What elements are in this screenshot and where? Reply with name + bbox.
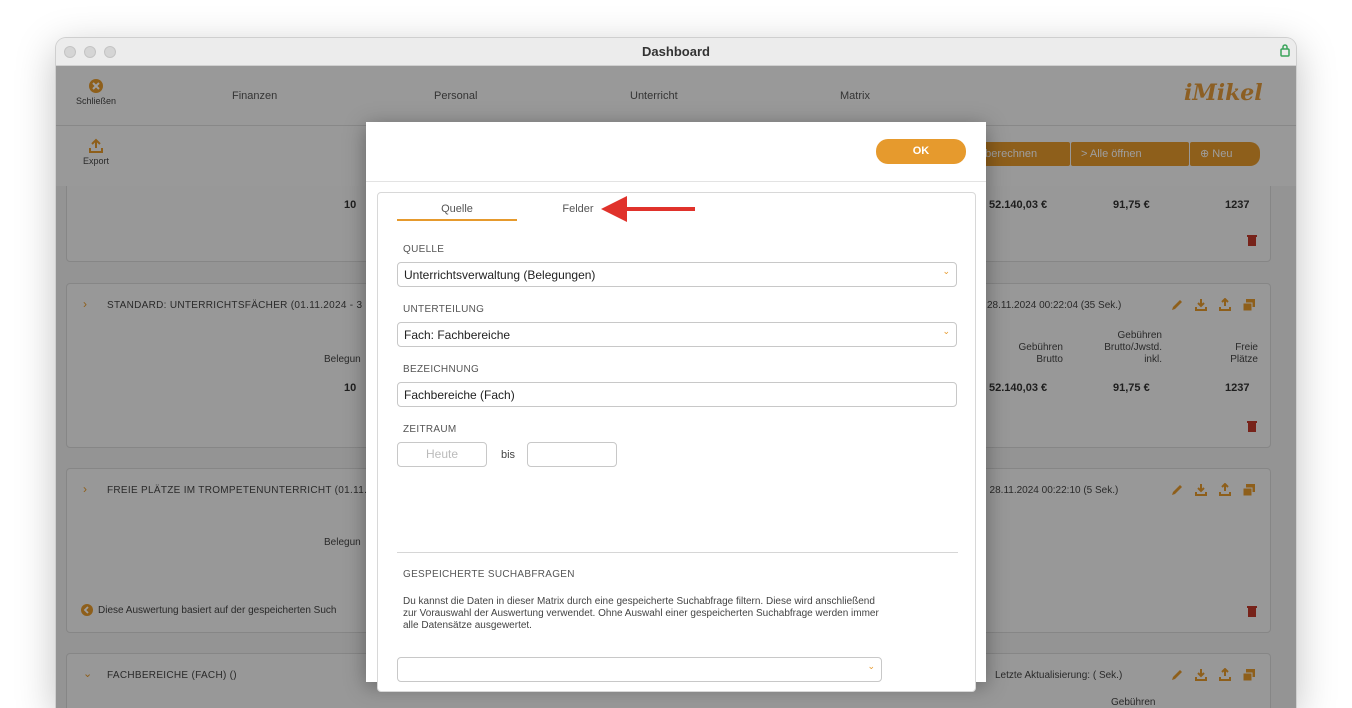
dialog-card: Quelle Felder QUELLE Unterrichtsverwaltu… xyxy=(377,192,976,692)
source-select[interactable]: Unterrichtsverwaltung (Belegungen) ⌄ xyxy=(397,262,957,287)
title-bar: Dashboard xyxy=(56,38,1296,66)
name-input[interactable]: Fachbereiche (Fach) xyxy=(397,382,957,407)
chevron-down-icon: ⌄ xyxy=(942,326,950,336)
source-value: Unterrichtsverwaltung (Belegungen) xyxy=(404,268,596,282)
ok-button[interactable]: OK xyxy=(876,139,966,164)
tab-felder[interactable]: Felder xyxy=(558,203,598,215)
period-from-input[interactable]: Heute xyxy=(397,442,487,467)
saved-query-select[interactable]: ⌄ xyxy=(397,657,882,682)
section-divider xyxy=(397,552,958,553)
division-select[interactable]: Fach: Fachbereiche ⌄ xyxy=(397,322,957,347)
name-value: Fachbereiche (Fach) xyxy=(404,388,515,402)
chevron-down-icon: ⌄ xyxy=(867,661,875,671)
saved-queries-description: Du kannst die Daten in dieser Matrix dur… xyxy=(403,596,879,631)
saved-queries-label: GESPEICHERTE SUCHABFRAGEN xyxy=(403,569,575,580)
dialog-header: OK xyxy=(366,122,986,182)
period-label: ZEITRAUM xyxy=(403,424,457,435)
chevron-down-icon: ⌄ xyxy=(942,266,950,276)
annotation-arrow-icon xyxy=(601,196,695,222)
tab-quelle[interactable]: Quelle xyxy=(397,203,517,221)
division-label: UNTERTEILUNG xyxy=(403,304,485,315)
period-to-input[interactable] xyxy=(527,442,617,467)
window-title: Dashboard xyxy=(642,44,710,59)
period-separator: bis xyxy=(501,449,516,461)
lock-icon xyxy=(1280,44,1290,57)
source-label: QUELLE xyxy=(403,244,445,255)
division-value: Fach: Fachbereiche xyxy=(404,328,511,342)
name-label: BEZEICHNUNG xyxy=(403,364,480,375)
